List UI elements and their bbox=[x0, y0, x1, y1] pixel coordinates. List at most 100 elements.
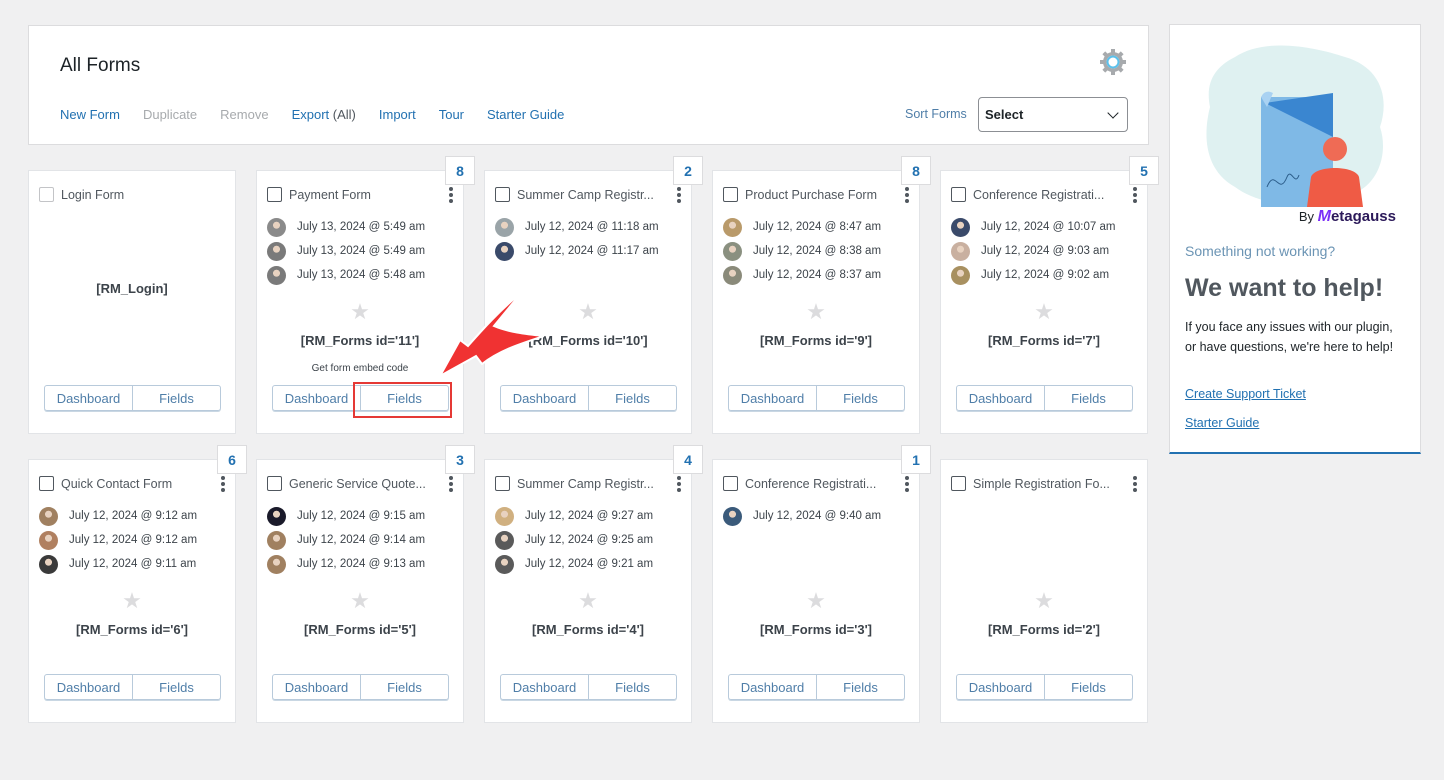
form-select-checkbox[interactable] bbox=[723, 187, 738, 202]
form-title[interactable]: Summer Camp Registr... bbox=[517, 477, 654, 491]
export-link[interactable]: Export (All) bbox=[292, 107, 356, 122]
submission-count-badge[interactable]: 6 bbox=[217, 445, 247, 474]
submission-count-badge[interactable]: 8 bbox=[445, 156, 475, 185]
form-title[interactable]: Generic Service Quote... bbox=[289, 477, 426, 491]
form-title-row: Conference Registrati... bbox=[951, 187, 1104, 202]
submission-item[interactable]: July 13, 2024 @ 5:49 am bbox=[267, 239, 425, 263]
form-title[interactable]: Summer Camp Registr... bbox=[517, 188, 654, 202]
submission-item[interactable]: July 12, 2024 @ 10:07 am bbox=[951, 215, 1115, 239]
submission-item[interactable]: July 12, 2024 @ 8:47 am bbox=[723, 215, 881, 239]
dashboard-button[interactable]: Dashboard bbox=[501, 675, 589, 699]
form-title[interactable]: Login Form bbox=[61, 188, 124, 202]
fields-button[interactable]: Fields bbox=[817, 675, 904, 699]
form-select-checkbox[interactable] bbox=[39, 476, 54, 491]
submission-count-badge[interactable]: 2 bbox=[673, 156, 703, 185]
submission-count-badge[interactable]: 8 bbox=[901, 156, 931, 185]
form-title[interactable]: Product Purchase Form bbox=[745, 188, 877, 202]
more-options-icon[interactable] bbox=[677, 476, 681, 492]
tour-link[interactable]: Tour bbox=[439, 107, 464, 122]
remove-link[interactable]: Remove bbox=[220, 107, 268, 122]
more-options-icon[interactable] bbox=[1133, 476, 1137, 492]
submission-item[interactable]: July 12, 2024 @ 9:13 am bbox=[267, 552, 425, 576]
import-link[interactable]: Import bbox=[379, 107, 416, 122]
dashboard-button[interactable]: Dashboard bbox=[273, 675, 361, 699]
submission-item[interactable]: July 12, 2024 @ 11:17 am bbox=[495, 239, 659, 263]
form-title-row: Login Form bbox=[39, 187, 124, 202]
form-title[interactable]: Conference Registrati... bbox=[973, 188, 1104, 202]
fields-button[interactable]: Fields bbox=[817, 386, 904, 410]
star-icon[interactable]: ★ bbox=[713, 590, 919, 612]
dashboard-button[interactable]: Dashboard bbox=[45, 675, 133, 699]
dashboard-button[interactable]: Dashboard bbox=[273, 386, 361, 410]
help-starter-guide-link[interactable]: Starter Guide bbox=[1185, 416, 1259, 430]
sort-forms-select[interactable]: Select bbox=[978, 97, 1128, 132]
gear-icon[interactable] bbox=[1099, 48, 1127, 76]
submission-item[interactable]: July 12, 2024 @ 9:25 am bbox=[495, 528, 653, 552]
dashboard-button[interactable]: Dashboard bbox=[45, 386, 133, 410]
form-select-checkbox[interactable] bbox=[723, 476, 738, 491]
form-select-checkbox[interactable] bbox=[495, 476, 510, 491]
submission-count-badge[interactable]: 1 bbox=[901, 445, 931, 474]
star-icon[interactable]: ★ bbox=[257, 590, 463, 612]
submission-item[interactable]: July 12, 2024 @ 9:11 am bbox=[39, 552, 197, 576]
dashboard-button[interactable]: Dashboard bbox=[729, 386, 817, 410]
submission-item[interactable]: July 12, 2024 @ 9:03 am bbox=[951, 239, 1115, 263]
submission-item[interactable]: July 12, 2024 @ 9:12 am bbox=[39, 528, 197, 552]
star-icon[interactable]: ★ bbox=[941, 301, 1147, 323]
submission-item[interactable]: July 12, 2024 @ 8:38 am bbox=[723, 239, 881, 263]
more-options-icon[interactable] bbox=[905, 476, 909, 492]
submission-item[interactable]: July 12, 2024 @ 9:21 am bbox=[495, 552, 653, 576]
star-icon[interactable]: ★ bbox=[941, 590, 1147, 612]
submission-item[interactable]: July 12, 2024 @ 11:18 am bbox=[495, 215, 659, 239]
more-options-icon[interactable] bbox=[221, 476, 225, 492]
more-options-icon[interactable] bbox=[449, 187, 453, 203]
fields-button[interactable]: Fields bbox=[361, 675, 448, 699]
submission-item[interactable]: July 12, 2024 @ 9:15 am bbox=[267, 504, 425, 528]
fields-button[interactable]: Fields bbox=[133, 386, 220, 410]
submission-item[interactable]: July 12, 2024 @ 9:12 am bbox=[39, 504, 197, 528]
form-select-checkbox[interactable] bbox=[951, 476, 966, 491]
submission-item[interactable]: July 12, 2024 @ 9:02 am bbox=[951, 263, 1115, 287]
submission-item[interactable]: July 12, 2024 @ 8:37 am bbox=[723, 263, 881, 287]
annotation-highlight-box bbox=[353, 382, 452, 418]
submission-item[interactable]: July 12, 2024 @ 9:40 am bbox=[723, 504, 881, 528]
form-title[interactable]: Conference Registrati... bbox=[745, 477, 876, 491]
fields-button[interactable]: Fields bbox=[589, 675, 676, 699]
dashboard-button[interactable]: Dashboard bbox=[957, 386, 1045, 410]
submission-count-badge[interactable]: 5 bbox=[1129, 156, 1159, 185]
submission-item[interactable]: July 13, 2024 @ 5:48 am bbox=[267, 263, 425, 287]
duplicate-link[interactable]: Duplicate bbox=[143, 107, 197, 122]
star-icon[interactable]: ★ bbox=[29, 590, 235, 612]
submission-count-badge[interactable]: 3 bbox=[445, 445, 475, 474]
form-select-checkbox[interactable] bbox=[267, 187, 282, 202]
dashboard-button[interactable]: Dashboard bbox=[729, 675, 817, 699]
submission-date: July 12, 2024 @ 9:27 am bbox=[525, 510, 654, 522]
help-panel: By Metagauss Something not working? We w… bbox=[1169, 24, 1421, 454]
create-support-ticket-link[interactable]: Create Support Ticket bbox=[1185, 387, 1306, 401]
form-title[interactable]: Quick Contact Form bbox=[61, 477, 172, 491]
fields-button[interactable]: Fields bbox=[1045, 386, 1132, 410]
dashboard-button[interactable]: Dashboard bbox=[501, 386, 589, 410]
fields-button[interactable]: Fields bbox=[589, 386, 676, 410]
submission-item[interactable]: July 12, 2024 @ 9:27 am bbox=[495, 504, 653, 528]
form-title[interactable]: Payment Form bbox=[289, 188, 371, 202]
submission-item[interactable]: July 13, 2024 @ 5:49 am bbox=[267, 215, 425, 239]
more-options-icon[interactable] bbox=[449, 476, 453, 492]
more-options-icon[interactable] bbox=[1133, 187, 1137, 203]
dashboard-button[interactable]: Dashboard bbox=[957, 675, 1045, 699]
form-select-checkbox[interactable] bbox=[267, 476, 282, 491]
more-options-icon[interactable] bbox=[905, 187, 909, 203]
submission-count-badge[interactable]: 4 bbox=[673, 445, 703, 474]
star-icon[interactable]: ★ bbox=[485, 590, 691, 612]
new-form-link[interactable]: New Form bbox=[60, 107, 120, 122]
form-select-checkbox[interactable] bbox=[951, 187, 966, 202]
fields-button[interactable]: Fields bbox=[133, 675, 220, 699]
star-icon[interactable]: ★ bbox=[713, 301, 919, 323]
form-select-checkbox[interactable] bbox=[39, 187, 54, 202]
form-select-checkbox[interactable] bbox=[495, 187, 510, 202]
fields-button[interactable]: Fields bbox=[1045, 675, 1132, 699]
submission-item[interactable]: July 12, 2024 @ 9:14 am bbox=[267, 528, 425, 552]
form-title[interactable]: Simple Registration Fo... bbox=[973, 477, 1110, 491]
more-options-icon[interactable] bbox=[677, 187, 681, 203]
starter-guide-link[interactable]: Starter Guide bbox=[487, 107, 564, 122]
